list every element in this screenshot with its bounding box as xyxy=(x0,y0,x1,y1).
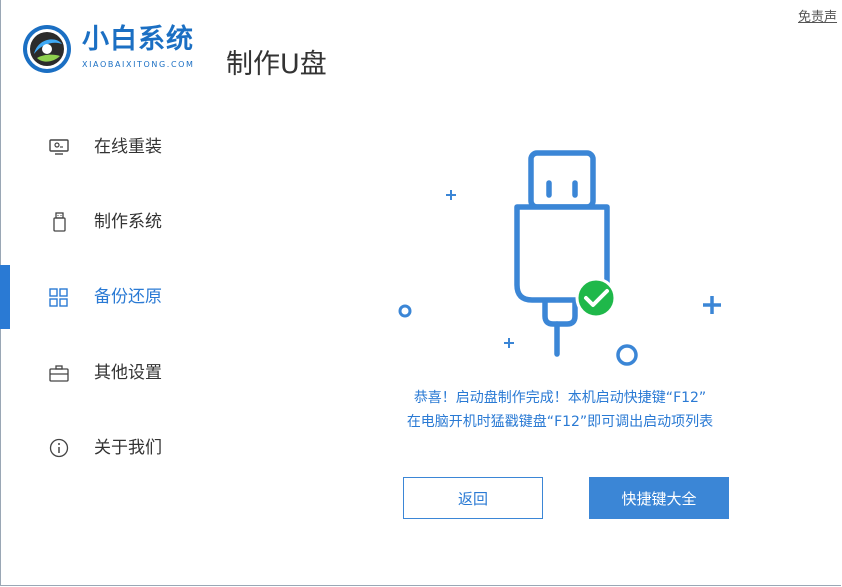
sidebar-item-label: 在线重装 xyxy=(94,137,162,157)
sidebar-item-other-settings[interactable]: 其他设置 xyxy=(0,353,220,393)
disclaimer-link[interactable]: 免责声 xyxy=(798,6,842,25)
sidebar-item-label: 关于我们 xyxy=(94,438,162,458)
usb-drive-success-icon xyxy=(398,150,721,366)
page-title: 制作U盘 xyxy=(226,49,327,80)
circle-decoration xyxy=(398,304,412,318)
sidebar-item-online-reinstall[interactable]: 在线重装 xyxy=(0,127,220,167)
plus-decoration xyxy=(504,338,514,348)
plus-decoration xyxy=(446,190,456,200)
sidebar-item-about-us[interactable]: 关于我们 xyxy=(0,428,220,468)
success-message-line1: 恭喜！启动盘制作完成！本机启动快捷键“F12” xyxy=(413,390,707,406)
sidebar-item-make-system[interactable]: 制作系统 xyxy=(0,202,220,242)
xiaobai-logo-icon xyxy=(23,25,71,73)
info-icon xyxy=(49,438,69,458)
sidebar-item-backup-restore[interactable]: 备份还原 xyxy=(0,277,220,317)
success-message-line2: 在电脑开机时猛戳键盘“F12”即可调出启动项列表 xyxy=(406,414,714,430)
grid-icon xyxy=(49,288,68,307)
sidebar-item-label: 备份还原 xyxy=(94,287,162,307)
brand-domain: XIAOBAIXITONG.COM xyxy=(82,60,195,69)
monitor-icon xyxy=(49,139,69,155)
circle-decoration xyxy=(616,344,638,366)
sidebar-item-label: 其他设置 xyxy=(94,363,162,383)
plus-decoration xyxy=(703,296,721,314)
sidebar-item-label: 制作系统 xyxy=(94,212,162,232)
usb-icon xyxy=(53,212,66,232)
hotkeys-list-button[interactable]: 快捷键大全 xyxy=(589,477,729,519)
briefcase-icon xyxy=(49,365,69,382)
back-button[interactable]: 返回 xyxy=(403,477,543,519)
check-circle-icon xyxy=(575,277,617,319)
brand-name: 小白系统 xyxy=(82,24,194,55)
